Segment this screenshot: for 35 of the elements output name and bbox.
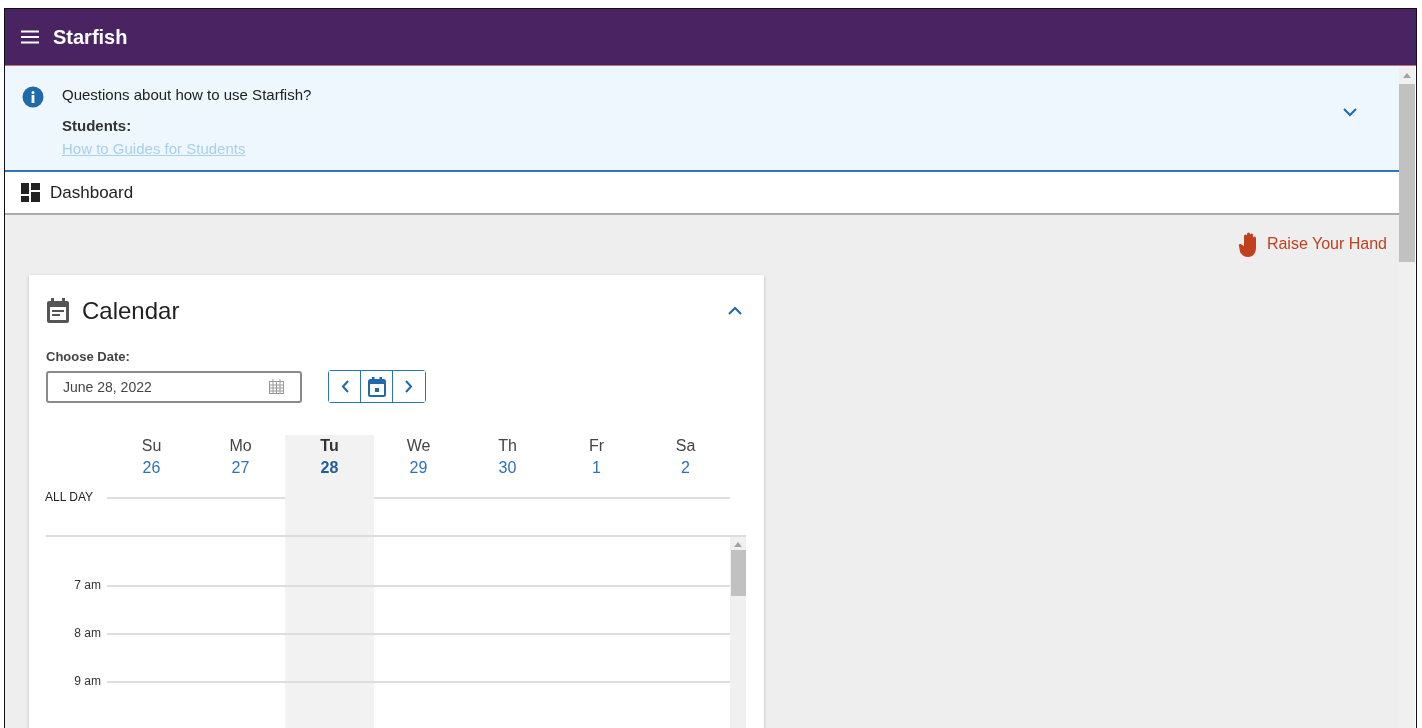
- day-header[interactable]: Tu 28: [285, 435, 374, 481]
- previous-button[interactable]: [329, 371, 361, 402]
- calendar-icon: [269, 379, 284, 394]
- dashboard-icon: [21, 183, 40, 202]
- page-title: Dashboard: [50, 182, 134, 203]
- raise-hand-link[interactable]: Raise Your Hand: [1237, 231, 1387, 257]
- scrollbar-thumb[interactable]: [1399, 84, 1415, 262]
- day-header[interactable]: We 29: [374, 435, 463, 481]
- chevron-left-icon: [340, 380, 349, 393]
- day-header[interactable]: Sa 2: [641, 435, 730, 481]
- day-header[interactable]: Fr 1: [552, 435, 641, 481]
- chevron-right-icon: [405, 380, 413, 393]
- app-title: Starfish: [53, 25, 128, 49]
- calendar-icon: [46, 297, 70, 324]
- info-icon: [22, 86, 44, 108]
- chevron-icon: [728, 306, 742, 315]
- time-label: 9 am: [74, 674, 101, 688]
- chevron-icon: [1343, 108, 1357, 117]
- students-heading: Students:: [62, 117, 133, 134]
- date-field[interactable]: June 28, 2022: [46, 370, 302, 403]
- day-header[interactable]: Su 26: [107, 435, 196, 481]
- calendar-icon: [367, 376, 386, 397]
- help-question: Questions about how to use Starfish?: [62, 86, 313, 103]
- card-title: Calendar: [82, 296, 181, 325]
- time-label: 8 am: [74, 626, 101, 640]
- day-header[interactable]: Mo 27: [196, 435, 285, 481]
- all-day-label: ALL DAY: [45, 489, 95, 506]
- expand-button[interactable]: [1341, 106, 1359, 119]
- menu-button[interactable]: [21, 30, 39, 44]
- day-header[interactable]: Th 30: [463, 435, 552, 481]
- field-label: Choose Date:: [46, 349, 131, 364]
- time-label: 7 am: [74, 578, 101, 592]
- collapse-button[interactable]: [726, 304, 744, 317]
- scrollbar-thumb[interactable]: [730, 550, 746, 596]
- menu-icon: [21, 30, 39, 44]
